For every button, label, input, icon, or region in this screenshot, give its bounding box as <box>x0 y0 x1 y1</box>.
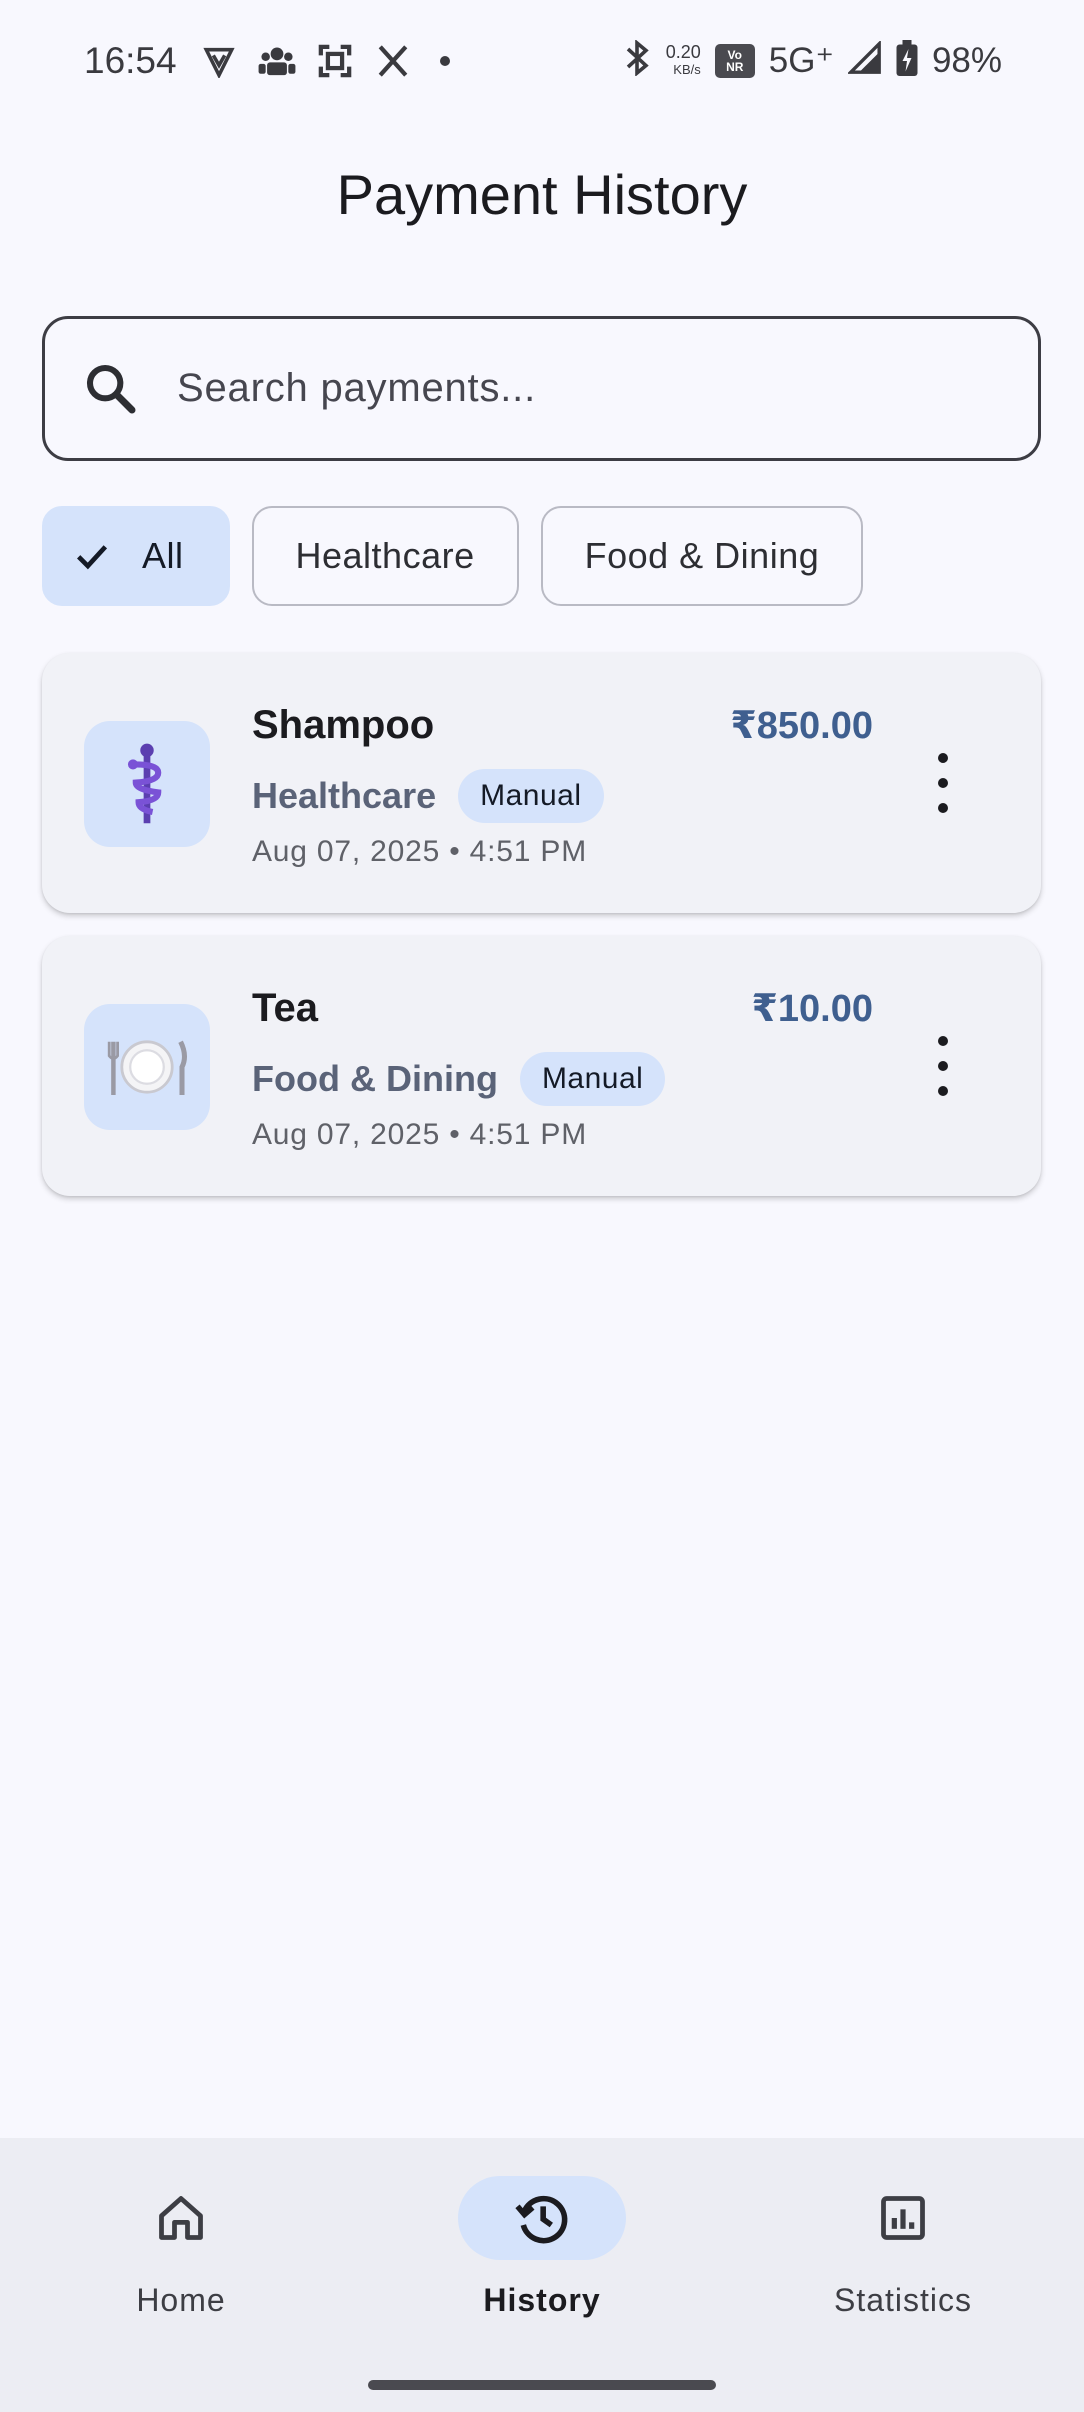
source-badge: Manual <box>519 1052 666 1106</box>
more-dot <box>938 753 948 763</box>
nav-label-home: Home <box>136 2282 226 2318</box>
search-icon <box>86 364 136 413</box>
vonr-bottom: NR <box>726 59 744 74</box>
search-input[interactable] <box>177 366 957 411</box>
payment-card[interactable]: Tea ₹10.00 Food & Dining Manual Aug 07, … <box>42 936 1041 1196</box>
payment-card[interactable]: Shampoo ₹850.00 Healthcare Manual Aug 07… <box>42 653 1041 913</box>
nav-label-history: History <box>483 2282 601 2318</box>
more-options-button[interactable] <box>933 1036 953 1096</box>
people-icon <box>258 42 296 80</box>
payment-title: Tea <box>252 986 318 1030</box>
payment-meta: Healthcare Manual <box>252 769 604 823</box>
bluetooth-icon <box>622 39 652 81</box>
shield-v-icon <box>200 42 238 80</box>
history-icon <box>515 2195 568 2244</box>
network-speed-value: 0.20 <box>665 41 701 62</box>
nav-pill <box>458 2176 626 2260</box>
more-dot <box>938 1036 948 1046</box>
nav-item-home[interactable]: Home <box>61 2176 301 2319</box>
check-icon <box>77 545 108 570</box>
payment-category: Food & Dining <box>252 1058 498 1099</box>
bottom-navigation: Home History Statistics <box>0 2138 1084 2412</box>
notification-icons <box>200 42 450 80</box>
filter-chip-label: Healthcare <box>295 535 475 576</box>
payment-date: Aug 07, 2025 • 4:51 PM <box>252 835 587 868</box>
more-dot <box>938 803 948 813</box>
payment-meta: Food & Dining Manual <box>252 1052 666 1106</box>
filter-chip-healthcare[interactable]: Healthcare <box>251 506 519 606</box>
page-title: Payment History <box>336 163 748 226</box>
filter-chip-food-dining[interactable]: Food & Dining <box>540 506 864 606</box>
payment-category: Healthcare <box>252 775 437 816</box>
battery-charging-icon <box>896 40 918 81</box>
nav-pill <box>97 2176 265 2260</box>
network-speed: 0.20 KB/s <box>666 43 701 79</box>
network-type: 5G⁺ <box>768 40 834 80</box>
payment-amount: ₹850.00 <box>730 705 873 747</box>
more-dot <box>938 1061 948 1071</box>
filter-chip-all[interactable]: All <box>42 506 230 606</box>
network-speed-unit: KB/s <box>673 61 701 77</box>
more-options-button[interactable] <box>933 753 953 813</box>
search-bar[interactable] <box>42 316 1041 461</box>
payment-title: Shampoo <box>252 703 435 747</box>
filter-chip-label: Food & Dining <box>584 535 820 576</box>
more-notifications-dot <box>440 56 450 66</box>
filter-chips: All Healthcare Food & Dining <box>42 506 864 606</box>
nav-pill <box>819 2176 987 2260</box>
filter-chip-label: All <box>142 535 184 576</box>
status-right: 0.20 KB/s Vo NR 5G⁺ 98% <box>622 39 1002 81</box>
payment-date: Aug 07, 2025 • 4:51 PM <box>252 1118 587 1151</box>
nav-item-statistics[interactable]: Statistics <box>783 2176 1023 2319</box>
status-bar: 16:54 0.20 KB/s Vo NR 5G⁺ 98% <box>0 0 1084 126</box>
home-icon <box>159 2196 203 2240</box>
nav-label-statistics: Statistics <box>833 2282 973 2318</box>
payment-amount: ₹10.00 <box>751 988 873 1030</box>
source-badge: Manual <box>458 769 604 823</box>
vonr-top: Vo <box>727 47 742 62</box>
more-dot <box>938 1086 948 1096</box>
gesture-home-indicator[interactable] <box>368 2380 716 2390</box>
medical-symbol-icon <box>84 721 210 847</box>
battery-level: 98% <box>931 40 1002 80</box>
more-dot <box>938 778 948 788</box>
x-logo-icon <box>374 42 412 80</box>
nav-item-history[interactable]: History <box>422 2176 662 2319</box>
signal-icon <box>846 39 882 80</box>
plate-cutlery-icon <box>84 1004 210 1130</box>
payment-history-screen: 16:54 0.20 KB/s Vo NR 5G⁺ 98% Payment Hi… <box>0 0 1084 2412</box>
vonr-icon: Vo NR <box>714 43 755 78</box>
statistics-icon <box>881 2196 925 2240</box>
status-time: 16:54 <box>84 40 177 81</box>
scan-icon <box>316 42 354 80</box>
